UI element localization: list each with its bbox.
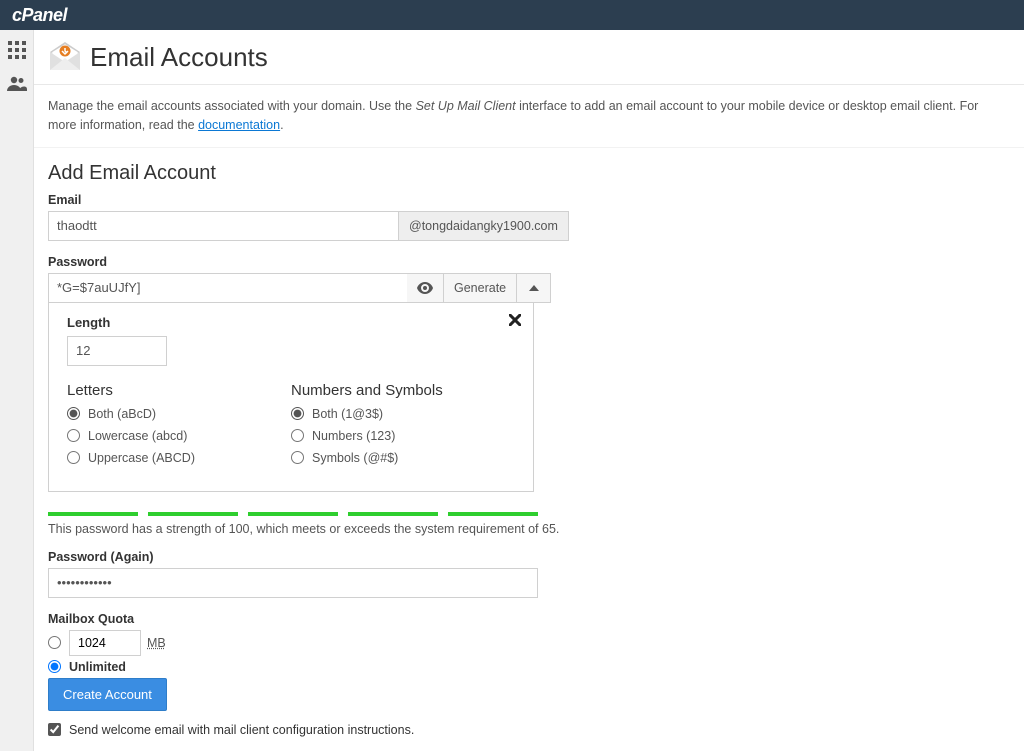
symbols-only[interactable]: Symbols (@#$) [291, 451, 515, 465]
generate-columns: Letters Both (aBcD) Lowercase (abcd) Upp… [67, 382, 515, 473]
password-label: Password [48, 255, 1010, 269]
numbers-both[interactable]: Both (1@3$) [291, 407, 515, 421]
quota-unit: MB [147, 636, 166, 650]
page-title: Email Accounts [90, 42, 268, 73]
caret-up-icon [529, 285, 539, 291]
letters-both[interactable]: Both (aBcD) [67, 407, 291, 421]
users-icon[interactable] [7, 74, 27, 94]
quota-label: Mailbox Quota [48, 612, 1010, 626]
numbers-title: Numbers and Symbols [291, 382, 515, 399]
password-again-label: Password (Again) [48, 550, 1010, 564]
unlimited-label: Unlimited [69, 660, 126, 674]
strength-bar [48, 512, 138, 516]
email-icon [48, 40, 82, 74]
letters-column: Letters Both (aBcD) Lowercase (abcd) Upp… [67, 382, 291, 473]
letters-lowercase[interactable]: Lowercase (abcd) [67, 429, 291, 443]
generate-options-toggle[interactable] [517, 273, 551, 303]
password-input[interactable] [48, 273, 407, 303]
numbers-column: Numbers and Symbols Both (1@3$) Numbers … [291, 382, 515, 473]
eye-icon [417, 282, 433, 294]
main: Email Accounts Manage the email accounts… [34, 30, 1024, 751]
strength-bar [448, 512, 538, 516]
close-panel-button[interactable] [509, 313, 521, 331]
apps-grid-icon[interactable] [7, 40, 27, 60]
generate-panel: Length Letters Both (aBcD) Lowercase (ab… [48, 303, 534, 492]
quota-fixed-radio[interactable] [48, 636, 61, 649]
strength-bar [148, 512, 238, 516]
topbar: cPanel [0, 0, 1024, 30]
password-row: Generate [48, 273, 1010, 303]
generate-password-button[interactable]: Generate [444, 273, 517, 303]
documentation-link[interactable]: documentation [198, 118, 280, 132]
page-header: Email Accounts [34, 30, 1024, 85]
welcome-email-checkbox[interactable]: Send welcome email with mail client conf… [48, 723, 1010, 737]
email-input[interactable] [48, 211, 398, 241]
brand-logo: cPanel [12, 5, 67, 26]
quota-input[interactable] [69, 630, 141, 656]
section-title: Add Email Account [48, 162, 1010, 185]
sidebar [0, 30, 34, 751]
add-email-section: Add Email Account Email @tongdaidangky19… [34, 148, 1024, 751]
length-input[interactable] [67, 336, 167, 366]
strength-meter [48, 512, 538, 516]
create-account-button[interactable]: Create Account [48, 678, 167, 711]
quota-unlimited-radio[interactable] [48, 660, 61, 673]
strength-text: This password has a strength of 100, whi… [48, 522, 1010, 536]
domain-badge: @tongdaidangky1900.com [398, 211, 569, 241]
reveal-password-button[interactable] [407, 273, 444, 303]
quota-unlimited-row: Unlimited [48, 660, 1010, 674]
letters-uppercase[interactable]: Uppercase (ABCD) [67, 451, 291, 465]
layout: Email Accounts Manage the email accounts… [0, 30, 1024, 751]
password-again-input[interactable] [48, 568, 538, 598]
strength-bar [248, 512, 338, 516]
quota-fixed-row: MB [48, 630, 1010, 656]
numbers-only[interactable]: Numbers (123) [291, 429, 515, 443]
letters-title: Letters [67, 382, 291, 399]
email-label: Email [48, 193, 1010, 207]
page-description: Manage the email accounts associated wit… [34, 85, 1024, 148]
email-row: @tongdaidangky1900.com [48, 211, 1010, 241]
length-label: Length [67, 315, 515, 330]
close-icon [509, 314, 521, 326]
strength-bar [348, 512, 438, 516]
